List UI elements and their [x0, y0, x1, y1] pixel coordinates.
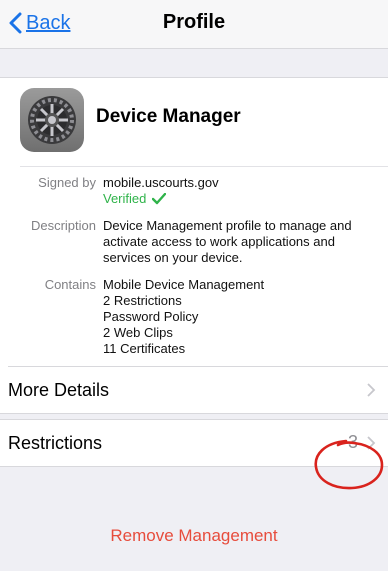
- description-row: Description Device Management profile to…: [0, 218, 388, 270]
- verified-status: Verified: [103, 191, 373, 207]
- section-spacer: [0, 467, 388, 512]
- contains-list: Mobile Device Management 2 Restrictions …: [103, 277, 373, 357]
- divider: [8, 366, 388, 367]
- signed-by-label: Signed by: [38, 175, 96, 190]
- contains-label: Contains: [44, 277, 96, 292]
- chevron-right-icon: [367, 383, 376, 397]
- description-value: Device Management profile to manage and …: [103, 218, 352, 265]
- navigation-bar: Back Profile: [0, 0, 388, 49]
- chevron-right-icon: [367, 436, 376, 450]
- contains-item: 2 Restrictions: [103, 293, 182, 308]
- description-label: Description: [30, 218, 96, 233]
- gear-settings-icon: [20, 88, 84, 152]
- profile-card: Device Manager Signed by mobile.uscourts…: [0, 78, 388, 368]
- remove-management-label: Remove Management: [110, 526, 278, 545]
- contains-item: Password Policy: [103, 309, 199, 324]
- contains-item: 2 Web Clips: [103, 325, 173, 340]
- profile-name: Device Manager: [96, 106, 241, 127]
- restrictions-label: Restrictions: [8, 433, 103, 453]
- section-spacer: [0, 49, 388, 78]
- contains-item: 11 Certificates: [103, 341, 186, 356]
- signed-by-value: mobile.uscourts.gov: [103, 175, 219, 190]
- contains-row: Contains Mobile Device Management 2 Rest…: [0, 277, 388, 361]
- checkmark-icon: [152, 193, 167, 205]
- divider: [0, 419, 388, 420]
- page-title: Profile: [162, 11, 226, 33]
- verified-label: Verified: [103, 191, 147, 206]
- remove-management-button[interactable]: Remove Management: [0, 512, 388, 571]
- contains-item: Mobile Device Management: [103, 277, 265, 292]
- divider: [20, 166, 388, 167]
- signed-by-value-group: mobile.uscourts.gov Verified: [103, 175, 373, 207]
- restrictions-row[interactable]: Restrictions 3: [0, 419, 388, 467]
- more-details-label: More Details: [8, 380, 110, 400]
- more-details-row[interactable]: More Details: [0, 366, 388, 414]
- signed-by-row: Signed by mobile.uscourts.gov Verified: [0, 175, 388, 211]
- restrictions-count: 3: [347, 432, 358, 452]
